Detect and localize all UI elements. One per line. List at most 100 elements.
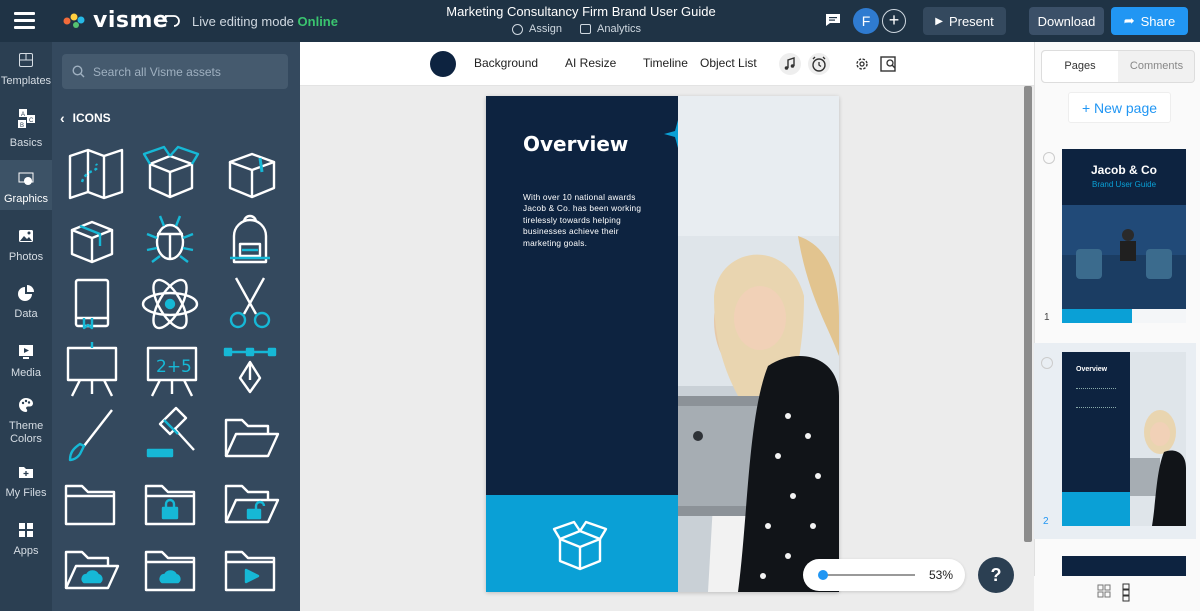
timeline-button[interactable]: Timeline <box>643 56 688 70</box>
zoom-value[interactable]: 53% <box>929 568 953 582</box>
canvas-scrollbar[interactable] <box>1024 86 1032 542</box>
unlocked-folder-icon[interactable] <box>224 484 280 524</box>
document-title[interactable]: Marketing Consultancy Firm Brand User Gu… <box>400 4 762 19</box>
atom-icon[interactable] <box>141 275 199 333</box>
package-icon[interactable] <box>70 220 114 264</box>
rail-item-basics[interactable]: ACB Basics <box>0 108 52 149</box>
menu-icon[interactable] <box>14 12 35 29</box>
page-number: 2 <box>1043 516 1049 527</box>
avatar[interactable]: F <box>853 8 879 34</box>
grid-view-icon[interactable] <box>1097 584 1111 598</box>
ai-resize-button[interactable]: AI Resize <box>565 56 616 70</box>
rail-item-graphics[interactable]: Graphics <box>0 160 52 210</box>
background-color-swatch[interactable] <box>430 51 456 77</box>
list-view-icon[interactable] <box>1122 583 1130 602</box>
zoom-track[interactable] <box>819 574 915 576</box>
scissors-icon[interactable] <box>229 277 271 329</box>
pie-chart-icon <box>18 285 34 301</box>
thumb-photo <box>1130 352 1186 526</box>
help-button[interactable]: ? <box>978 557 1014 593</box>
bug-icon[interactable] <box>146 215 194 263</box>
editing-mode: Live editing mode Online <box>192 14 338 29</box>
visme-logo[interactable]: visme <box>63 8 168 33</box>
open-box-icon[interactable] <box>142 145 200 199</box>
tab-comments[interactable]: Comments <box>1118 51 1195 82</box>
gavel-icon[interactable] <box>146 406 195 458</box>
left-rail: Templates ACB Basics Graphics Photos Dat… <box>0 42 52 611</box>
object-list-button[interactable]: Object List <box>700 56 757 70</box>
download-button[interactable]: Download <box>1029 7 1104 35</box>
image-search-icon[interactable] <box>878 53 900 75</box>
rail-item-templates[interactable]: Templates <box>0 52 52 88</box>
page-body-text[interactable]: With over 10 national awards Jacob & Co.… <box>523 192 653 249</box>
easel-icon[interactable] <box>66 342 118 397</box>
search-icon <box>72 65 85 78</box>
rail-item-apps[interactable]: Apps <box>0 522 52 558</box>
backpack-icon[interactable] <box>230 214 270 264</box>
tab-pages[interactable]: Pages <box>1042 51 1118 82</box>
rail-item-media[interactable]: Media <box>0 344 52 380</box>
page-1-menu-icon[interactable] <box>1043 152 1055 164</box>
undo-icon[interactable] <box>162 10 182 30</box>
assign-label: Assign <box>529 23 563 35</box>
background-button[interactable]: Background <box>474 56 538 70</box>
cloud-folder-icon[interactable] <box>64 550 120 590</box>
open-box-icon[interactable] <box>550 519 610 571</box>
page-2-overview[interactable]: Overview With over 10 national awards Ja… <box>486 96 839 592</box>
assign-button[interactable]: Assign <box>512 23 562 35</box>
analytics-label: Analytics <box>597 23 642 35</box>
thumb-photo <box>1062 205 1186 323</box>
page-number: 1 <box>1044 312 1050 323</box>
accent-band[interactable] <box>486 495 678 592</box>
pages-tabs: Pages Comments <box>1041 50 1195 83</box>
svg-text:2+5: 2+5 <box>156 357 192 377</box>
add-collaborator-button[interactable]: + <box>882 9 906 33</box>
thumb-title: Jacob & Co <box>1090 163 1157 177</box>
analytics-button[interactable]: Analytics <box>580 23 641 35</box>
page-thumbnail-1[interactable]: Jacob & Co Brand User Guide <box>1062 149 1186 323</box>
zoom-control[interactable]: 53% <box>803 559 965 591</box>
open-folder-icon[interactable] <box>224 418 280 458</box>
share-button[interactable]: ➦ Share <box>1111 7 1188 35</box>
logo-text: visme <box>93 8 169 33</box>
map-icon[interactable] <box>68 148 124 200</box>
chevron-left-icon: ‹ <box>60 110 65 126</box>
box-icon[interactable] <box>228 152 276 199</box>
rail-item-photos[interactable]: Photos <box>0 228 52 264</box>
photos-icon <box>19 230 33 242</box>
rail-item-theme-colors[interactable]: Theme Colors <box>0 397 52 447</box>
chat-icon[interactable] <box>825 13 841 27</box>
present-label: Present <box>948 13 994 29</box>
present-button[interactable]: ▶ Present <box>923 7 1006 35</box>
visme-editor: visme Live editing mode Online Marketing… <box>0 0 1200 611</box>
locked-folder-icon[interactable] <box>144 484 196 526</box>
settings-gear-icon[interactable] <box>851 53 873 75</box>
view-toggle[interactable] <box>1094 580 1138 604</box>
rail-label: Templates <box>0 75 52 87</box>
zoom-handle[interactable] <box>818 570 828 580</box>
alarm-clock-icon[interactable] <box>808 53 830 75</box>
cloud-folder-2-icon[interactable] <box>144 550 196 592</box>
canvas-toolbar: Background AI Resize Timeline Object Lis… <box>300 42 1034 86</box>
music-icon[interactable] <box>779 53 801 75</box>
icons-section-header[interactable]: ‹ ICONS <box>60 110 111 126</box>
pen-tool-icon[interactable] <box>223 347 277 394</box>
analytics-icon <box>580 24 592 34</box>
folder-icon[interactable] <box>64 484 116 526</box>
page-title[interactable]: Overview <box>523 132 628 156</box>
office-photo[interactable] <box>678 96 839 592</box>
page-2-menu-icon[interactable] <box>1041 357 1053 369</box>
rail-item-my-files[interactable]: My Files <box>0 464 52 500</box>
new-page-button[interactable]: + New page <box>1068 92 1171 123</box>
search-input[interactable]: Search all Visme assets <box>62 54 288 89</box>
page-thumbnail-2[interactable]: Overview <box>1062 352 1186 526</box>
folder-icon <box>19 467 33 478</box>
brush-icon[interactable] <box>68 409 113 462</box>
page-thumbnail-3[interactable] <box>1062 556 1186 576</box>
book-icon[interactable] <box>74 278 110 330</box>
rail-item-data[interactable]: Data <box>0 285 52 321</box>
math-board-icon[interactable]: 2+5 <box>146 346 198 397</box>
rail-label: Data <box>14 308 38 320</box>
video-folder-icon[interactable] <box>224 550 276 592</box>
rail-label: Photos <box>8 251 44 263</box>
